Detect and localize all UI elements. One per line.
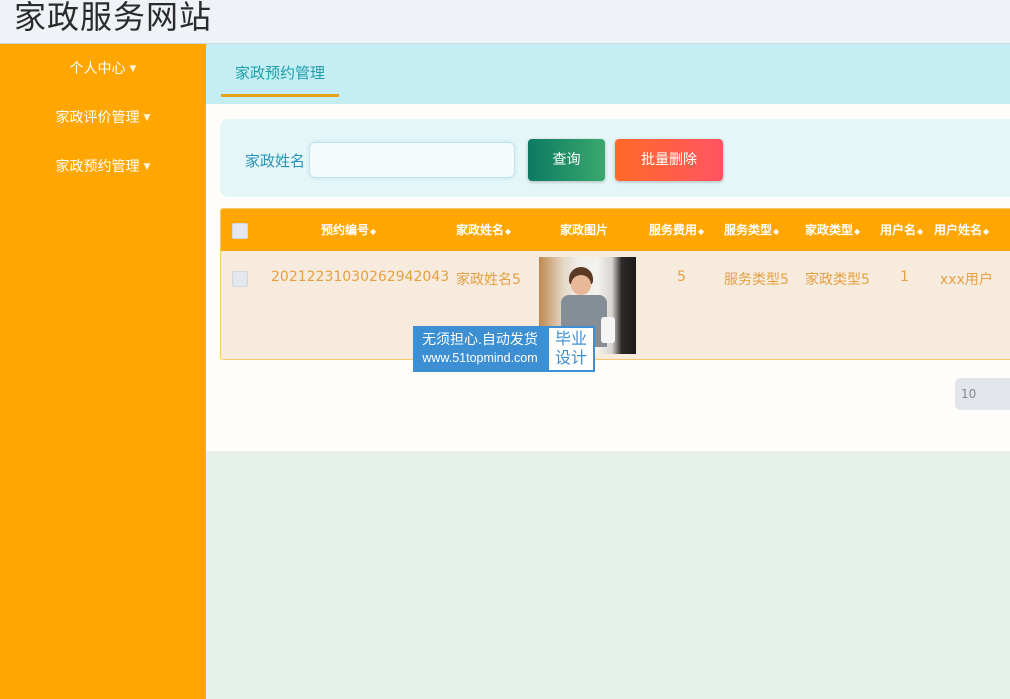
sort-icon: ◆ [854,227,861,236]
search-panel: 家政姓名 查询 批量删除 [220,119,1010,197]
search-label: 家政姓名 [245,152,306,170]
watermark-tag: 毕业 设计 [547,326,595,372]
sidebar-item-label: 个人中心 [69,61,126,77]
page-size-select[interactable]: 10 [955,378,1010,410]
sort-icon: ◆ [505,227,512,236]
sort-icon: ◆ [698,227,705,236]
sidebar-item-label: 家政评价管理 [55,110,140,126]
column-header-username[interactable]: 用户名◆ [880,209,923,251]
caret-down-icon: ▼ [143,162,151,172]
sort-icon: ◆ [983,227,990,236]
booking-table: 预约编号◆ 家政姓名◆ 家政图片 服务费用◆ 服务类型◆ 家政类型◆ 用户名◆ … [220,208,1010,360]
header: 家政服务网站 [0,0,1010,44]
cell-user-fullname: xxx用户 [940,272,993,288]
cell-username: 1 [900,269,909,285]
tab-booking-management[interactable]: 家政预约管理 [221,60,340,97]
tab-bar: 家政预约管理 [206,44,1010,104]
column-header-housekeeping-type[interactable]: 家政类型◆ [805,209,860,251]
caret-down-icon: ▼ [143,113,151,123]
row-checkbox[interactable] [232,271,248,287]
sort-icon: ◆ [773,227,780,236]
table-header: 预约编号◆ 家政姓名◆ 家政图片 服务费用◆ 服务类型◆ 家政类型◆ 用户名◆ … [221,209,1010,251]
site-title: 家政服务网站 [14,0,213,36]
query-button[interactable]: 查询 [528,139,605,181]
cell-service-type: 服务类型5 [724,272,789,288]
sort-icon: ◆ [917,227,924,236]
column-header-order-no[interactable]: 预约编号◆ [321,209,376,251]
column-header-fee[interactable]: 服务费用◆ [649,209,704,251]
watermark-badge: 无须担心.自动发货 www.51topmind.com 毕业 设计 [413,326,595,372]
table-row: 20212231030262942043 家政姓名5 5 服务类型5 家政类型5… [221,251,1010,359]
sidebar: 个人中心 ▼ 家政评价管理 ▼ 家政预约管理 ▼ [0,44,206,699]
sidebar-item-booking-management[interactable]: 家政预约管理 ▼ [0,156,206,176]
cell-housekeeping-type: 家政类型5 [805,272,870,288]
sidebar-item-label: 家政预约管理 [55,159,140,175]
caret-down-icon: ▼ [129,64,137,74]
column-header-name[interactable]: 家政姓名◆ [456,209,511,251]
cell-name: 家政姓名5 [456,272,521,288]
column-header-service-type[interactable]: 服务类型◆ [724,209,779,251]
batch-delete-button[interactable]: 批量删除 [615,139,723,181]
watermark-text: 无须担心.自动发货 www.51topmind.com [413,326,547,372]
sort-icon: ◆ [370,227,377,236]
main-content: 家政预约管理 家政姓名 查询 批量删除 预约编号◆ 家政姓名◆ 家政图片 服务费… [206,44,1010,451]
column-header-image: 家政图片 [560,223,609,237]
select-all-checkbox[interactable] [232,223,248,239]
name-search-input[interactable] [309,142,515,178]
cell-fee: 5 [677,269,686,285]
cell-order-no: 20212231030262942043 [271,269,450,285]
sidebar-item-review-management[interactable]: 家政评价管理 ▼ [0,107,206,127]
column-header-user-fullname[interactable]: 用户姓名◆ [934,209,989,251]
sidebar-item-personal-center[interactable]: 个人中心 ▼ [0,58,206,78]
